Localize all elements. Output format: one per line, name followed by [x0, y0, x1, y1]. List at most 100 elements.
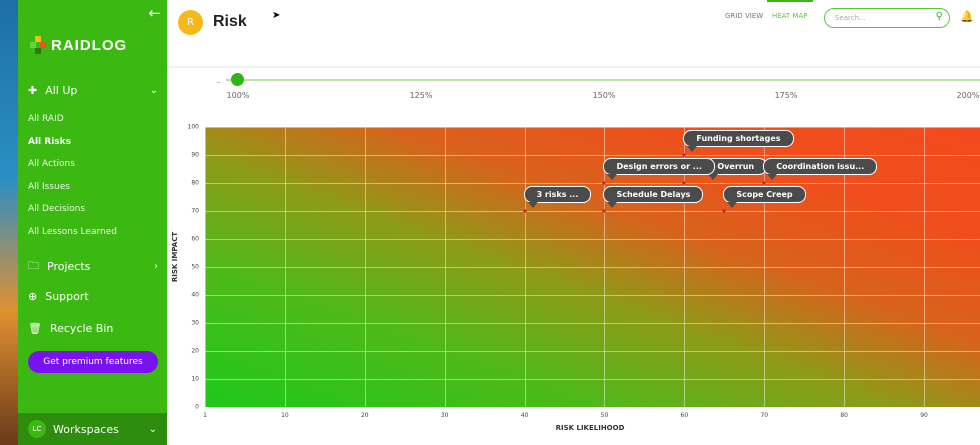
logo-mark-icon: [30, 36, 46, 54]
sidebar-item-all-actions[interactable]: All Actions: [28, 159, 75, 169]
grid-line-y: [205, 323, 980, 324]
get-premium-button[interactable]: Get premium features: [28, 351, 158, 373]
risk-label-bubble[interactable]: Design errors or ...: [603, 158, 715, 175]
grid-line-x: [364, 127, 366, 407]
nav-label: All Up: [45, 84, 78, 97]
grid-line-x: [924, 127, 926, 407]
y-axis-label: RISK IMPACT: [171, 231, 180, 283]
nav-recycle-bin[interactable]: 🗑 Recycle Bin: [28, 322, 158, 335]
slider-track[interactable]: [226, 79, 980, 81]
desktop-background: [0, 0, 18, 445]
grid-line-y: [205, 183, 980, 184]
risk-point[interactable]: [722, 209, 726, 213]
y-tick-label: 0: [195, 403, 199, 411]
grid-line-x: [444, 127, 446, 407]
risk-label-bubble[interactable]: 3 risks ...: [523, 186, 592, 203]
zoom-slider[interactable]: – 100% 125% 150% 175% 200%: [216, 73, 980, 104]
zoom-label: 125%: [409, 91, 433, 100]
header: R Risk ➤ GRID VIEW HEAT MAP Search... ⚲ 🔔: [167, 0, 980, 68]
risk-label-bubble[interactable]: Scope Creep: [723, 186, 806, 203]
all-up-icon: ✚: [28, 84, 38, 97]
risk-point[interactable]: [602, 209, 606, 213]
chevron-down-icon: ⌄: [149, 85, 158, 96]
sidebar-item-all-lessons-learned[interactable]: All Lessons Learned: [28, 227, 117, 237]
x-tick-label: 50: [600, 412, 609, 419]
grid-line-y: [205, 211, 980, 212]
nav-label: Recycle Bin: [49, 322, 114, 335]
y-tick-label: 10: [191, 375, 199, 383]
folder-icon: 🗀: [28, 259, 39, 272]
plot-area: 0 10 20 30 40 50 60 70 80 90 100 1 10 20 30 40 50 60 70 80 9…: [188, 124, 980, 419]
y-tick-label: 70: [191, 207, 199, 215]
project-avatar: R: [178, 10, 203, 35]
grid-line-y: [205, 379, 980, 380]
search-icon[interactable]: ⚲: [936, 11, 943, 22]
x-tick-label: 60: [680, 412, 689, 419]
x-tick-label: 10: [281, 412, 289, 419]
mouse-cursor-icon: ➤: [272, 10, 281, 21]
risk-point[interactable]: [682, 181, 686, 185]
x-tick-label: 40: [520, 412, 529, 419]
zoom-out-icon[interactable]: –: [216, 77, 221, 88]
y-tick-label: 20: [191, 347, 199, 355]
sidebar-item-all-risks[interactable]: All Risks: [28, 137, 71, 147]
x-tick-label: 20: [360, 412, 369, 419]
chevron-down-icon: ⌄: [148, 423, 157, 435]
x-tick-label: 80: [840, 412, 848, 419]
zoom-label: 175%: [774, 91, 798, 100]
risk-label-bubble[interactable]: Coordination issu...: [763, 158, 878, 175]
y-tick-label: 90: [191, 151, 199, 159]
sidebar-item-all-decisions[interactable]: All Decisions: [28, 204, 85, 214]
tab-grid-view[interactable]: GRID VIEW: [725, 12, 763, 20]
x-axis-label: RISK LIKELIHOOD: [555, 424, 625, 432]
zoom-label: 200%: [956, 91, 980, 100]
y-tick-label: 30: [191, 319, 199, 327]
grid-line-y: [205, 127, 980, 128]
risk-label-bubble[interactable]: Schedule Delays: [603, 186, 704, 203]
active-tab-indicator: [767, 0, 813, 2]
nav-label: Support: [45, 290, 89, 303]
chevron-right-icon: ›: [154, 261, 158, 272]
tab-heat-map[interactable]: HEAT MAP: [772, 12, 807, 20]
zoom-label: 100%: [226, 91, 250, 100]
nav-projects[interactable]: 🗀 Projects ›: [28, 257, 158, 276]
workspaces-switcher[interactable]: LC Workspaces ⌄: [18, 413, 167, 445]
brand-name: RAIDLOG: [51, 36, 128, 54]
x-tick-label: 90: [920, 412, 928, 419]
bell-icon[interactable]: 🔔: [960, 10, 974, 23]
risk-heat-map: RISK IMPACT RISK LIKELIHOOD 0 10 20 30 40 50 6…: [170, 118, 980, 445]
grid-line-x: [205, 127, 206, 407]
lifebuoy-icon: ⊕: [28, 290, 38, 303]
nav-all-up[interactable]: ✚ All Up ⌄: [28, 84, 158, 97]
search-placeholder: Search...: [835, 14, 866, 22]
grid-line-x: [524, 127, 526, 407]
x-tick-label: 1: [203, 412, 207, 419]
sidebar-item-all-raid[interactable]: All RAID: [28, 114, 64, 124]
y-tick-label: 40: [191, 291, 199, 299]
y-tick-label: 100: [187, 123, 199, 131]
x-tick-label: 70: [760, 412, 769, 419]
raidlog-logo: RAIDLOG: [30, 36, 127, 54]
nav-label: Projects: [47, 260, 91, 273]
grid-line-x: [284, 127, 286, 407]
grid-line-y: [205, 351, 980, 352]
collapse-sidebar-arrow-icon[interactable]: ←: [148, 4, 161, 22]
risk-point[interactable]: [523, 209, 527, 213]
nav-support[interactable]: ⊕ Support: [28, 290, 158, 303]
y-tick-label: 50: [191, 263, 199, 271]
workspace-avatar: LC: [28, 420, 46, 438]
slider-handle[interactable]: [231, 73, 244, 86]
search-input[interactable]: Search... ⚲: [824, 8, 950, 28]
risk-point[interactable]: [762, 181, 766, 185]
grid-line-y: [205, 155, 980, 156]
risk-label-bubble[interactable]: Funding shortages: [683, 130, 794, 147]
y-tick-label: 80: [191, 179, 199, 187]
sidebar-item-all-issues[interactable]: All Issues: [28, 182, 70, 192]
grid-line-y: [205, 407, 980, 408]
risk-point[interactable]: [602, 181, 606, 185]
y-tick-label: 60: [191, 235, 199, 243]
grid-line-y: [205, 295, 980, 296]
trash-icon: 🗑: [28, 322, 42, 335]
grid-line-y: [205, 239, 980, 240]
risk-point[interactable]: [682, 153, 686, 157]
